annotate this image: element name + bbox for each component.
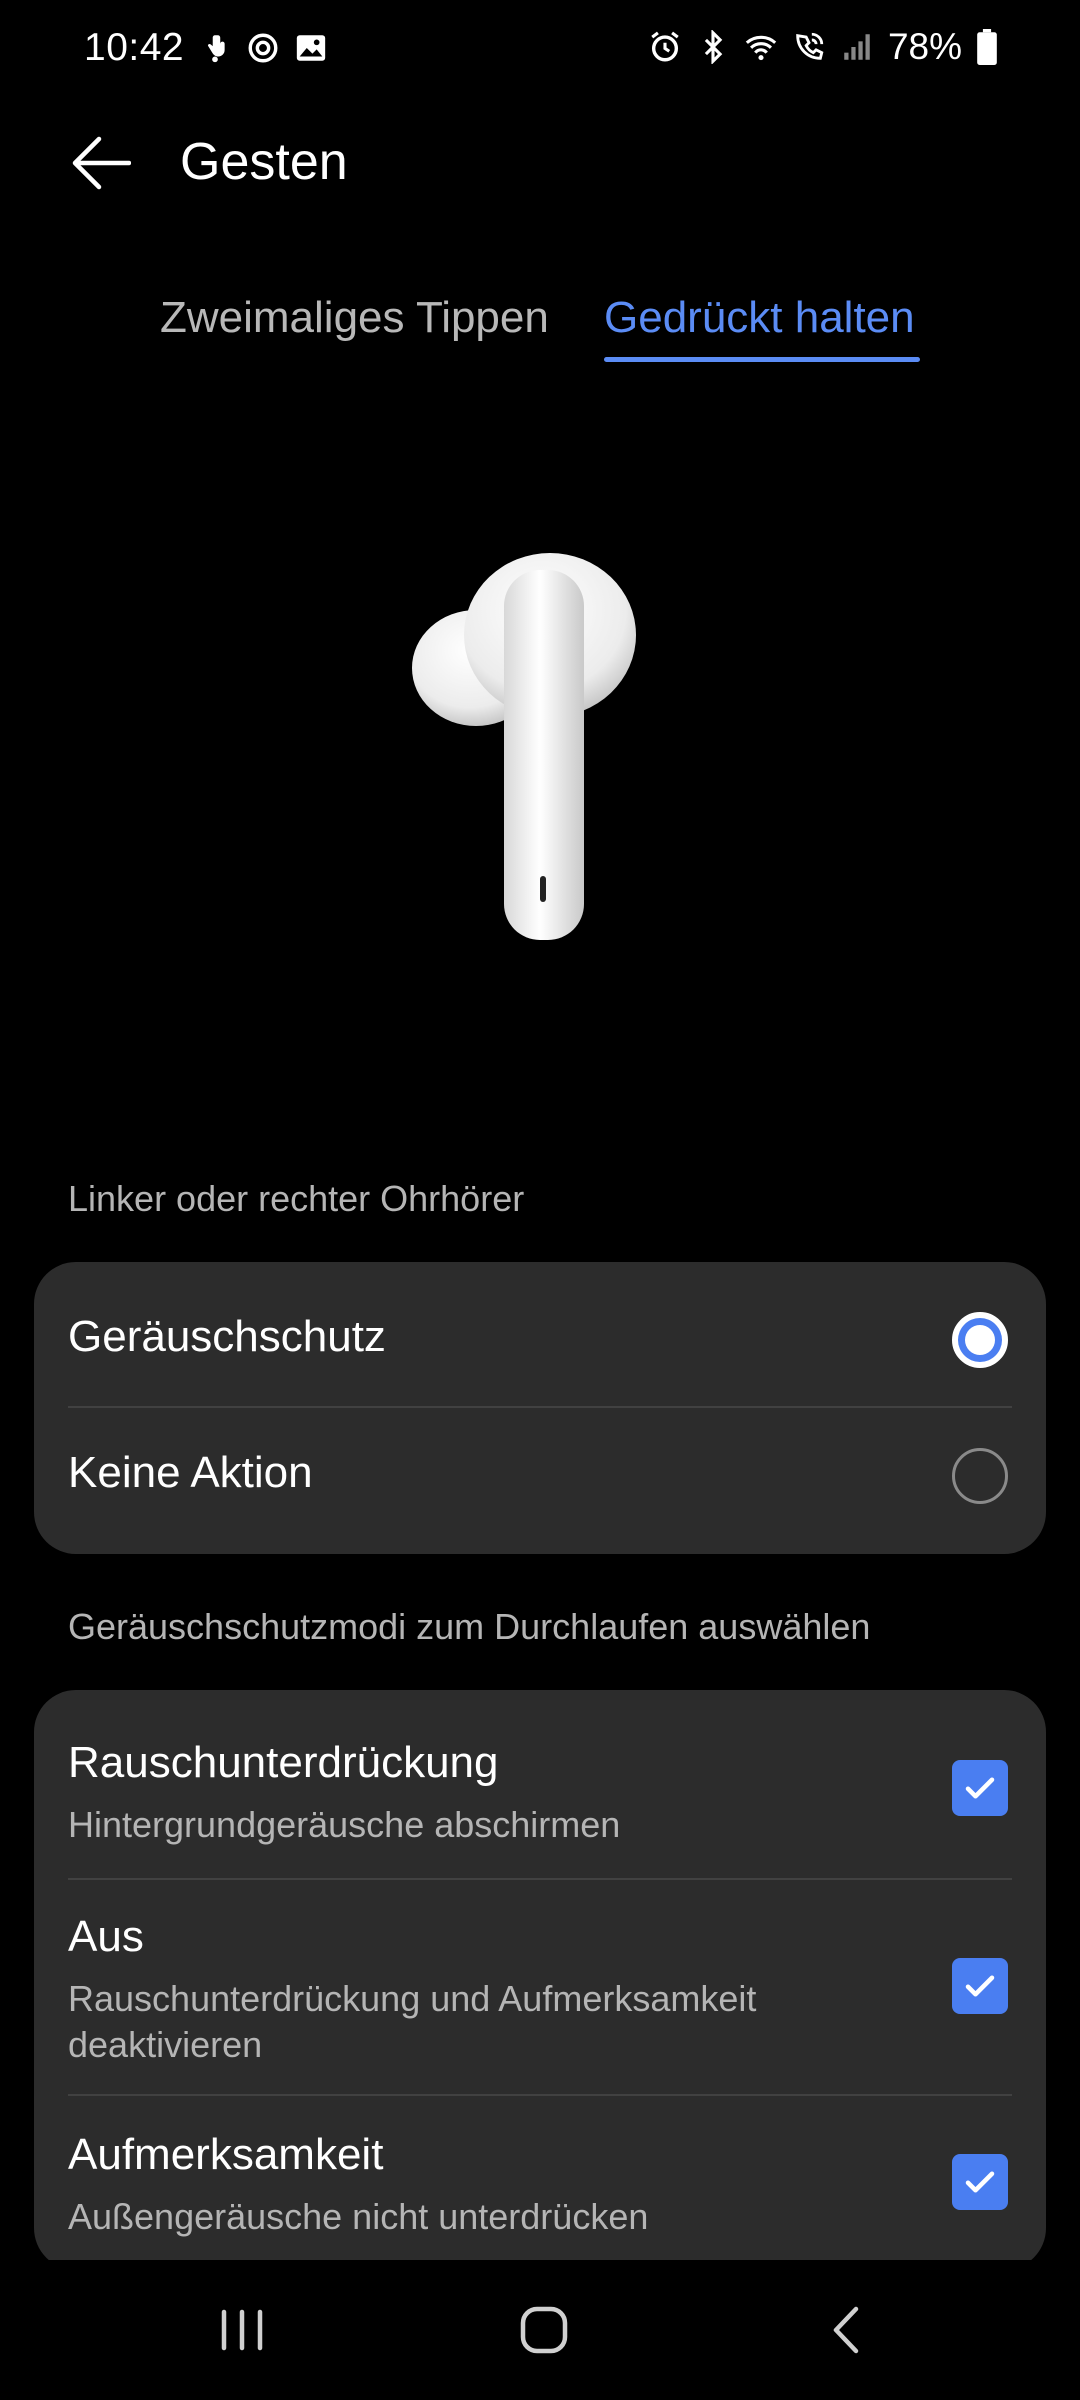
- nav-back-button[interactable]: [806, 2290, 886, 2370]
- battery-icon: [977, 29, 997, 65]
- hand-icon: [208, 35, 225, 63]
- option-no-action-label[interactable]: Keine Aktion: [68, 1448, 313, 1498]
- mode-noise-cancel-subtitle: Hintergrundgeräusche abschirmen: [68, 1804, 621, 1845]
- mode-off-subtitle: Rauschunterdrückung und Aufmerksamkeit d…: [68, 1978, 757, 2065]
- app-header: Gesten: [0, 120, 1080, 200]
- status-left: 10:42: [84, 26, 328, 70]
- tab-double-tap[interactable]: Zweimaliges Tippen: [160, 293, 549, 343]
- checkbox-off[interactable]: [952, 1958, 1008, 2014]
- divider: [68, 1406, 1012, 1408]
- wifi-calling-icon: [796, 32, 824, 60]
- status-time: 10:42: [84, 26, 185, 69]
- signal-icon: [844, 34, 870, 60]
- mode-awareness-subtitle: Außengeräusche nicht unterdrücken: [68, 2196, 649, 2237]
- check-icon: [965, 1975, 995, 1997]
- status-right: 78%: [648, 26, 998, 68]
- earbud-options-card: Geräuschschutz Keine Aktion: [34, 1262, 1046, 1554]
- image-icon: [296, 35, 326, 61]
- radio-no-action[interactable]: [952, 1448, 1008, 1504]
- divider: [68, 2094, 1012, 2096]
- recents-icon: [221, 2309, 263, 2351]
- mode-noise-cancel-title[interactable]: Rauschunterdrückung: [68, 1738, 498, 1788]
- page-title: Gesten: [180, 133, 348, 191]
- earbud-image: [412, 553, 636, 940]
- checkbox-awareness[interactable]: [952, 2154, 1008, 2210]
- refresh-icon: [248, 33, 278, 63]
- tab-active-indicator: [604, 357, 920, 362]
- earbud-section-label: Linker oder rechter Ohrhörer: [68, 1178, 525, 1219]
- tab-bar: Zweimaliges Tippen Gedrückt halten: [0, 285, 1080, 365]
- back-icon: [833, 2306, 859, 2354]
- modes-card: Rauschunterdrückung Hintergrundgeräusche…: [34, 1690, 1046, 2270]
- system-nav-bar: [0, 2260, 1080, 2400]
- wifi-icon: [745, 35, 777, 61]
- alarm-icon: [651, 31, 679, 62]
- option-noise-control-label[interactable]: Geräuschschutz: [68, 1312, 386, 1362]
- recents-button[interactable]: [202, 2290, 282, 2370]
- home-button[interactable]: [504, 2290, 584, 2370]
- check-icon: [965, 1777, 995, 1799]
- back-button[interactable]: [66, 128, 136, 198]
- status-bar: 10:42 78%: [0, 0, 1080, 100]
- battery-percentage: 78%: [887, 26, 962, 67]
- check-icon: [965, 2171, 995, 2193]
- mode-awareness-title[interactable]: Aufmerksamkeit: [68, 2130, 383, 2180]
- divider: [68, 1878, 1012, 1880]
- bluetooth-icon: [704, 30, 723, 64]
- radio-noise-control[interactable]: [952, 1312, 1008, 1368]
- tab-press-hold[interactable]: Gedrückt halten: [604, 293, 915, 343]
- arrow-left-icon: [72, 136, 131, 190]
- mode-off-title[interactable]: Aus: [68, 1912, 144, 1962]
- checkbox-noise-cancel[interactable]: [952, 1760, 1008, 1816]
- modes-section-label: Geräuschschutzmodi zum Durchlaufen auswä…: [68, 1606, 871, 1647]
- home-icon: [520, 2306, 568, 2354]
